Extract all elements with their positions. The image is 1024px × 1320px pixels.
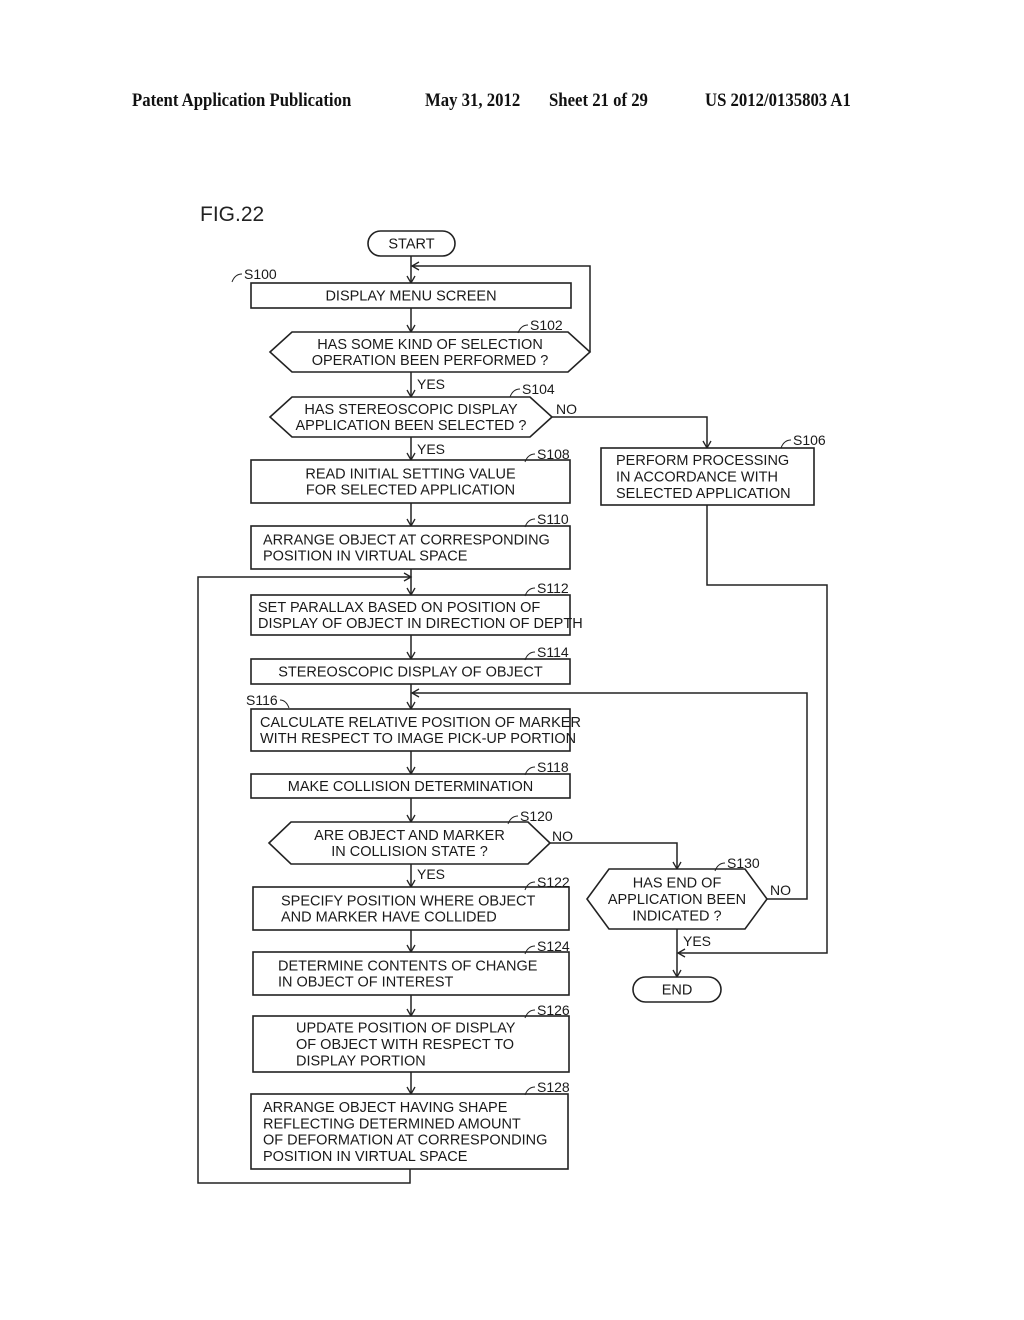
step-label: S112 xyxy=(537,580,569,596)
node-text-line: START xyxy=(388,237,434,253)
step-leader xyxy=(509,388,521,398)
step-leader xyxy=(780,439,792,449)
step-label: S116 xyxy=(246,692,278,708)
edge-s120-s130 xyxy=(550,842,682,871)
node-text-line: DISPLAY MENU SCREEN xyxy=(325,289,496,305)
node-text-line: SET PARALLAX BASED ON POSITION OF xyxy=(258,600,540,616)
node-text-line: APPLICATION BEEN SELECTED ? xyxy=(296,418,527,434)
edge-s104-s106 xyxy=(552,416,712,450)
step-label: S122 xyxy=(537,874,570,890)
flowchart: YESNOYESNOYESNONOYES STARTDISPLAY MENU S… xyxy=(197,230,828,1184)
node-text-line: HAS END OF xyxy=(633,876,722,892)
node-s104: HAS STEREOSCOPIC DISPLAYAPPLICATION BEEN… xyxy=(268,381,555,438)
step-label: S124 xyxy=(537,938,570,954)
node-text-line: DISPLAY OF OBJECT IN DIRECTION OF DEPTH xyxy=(258,616,583,632)
node-text-line: ARE OBJECT AND MARKER xyxy=(314,828,505,844)
node-text-line: POSITION IN VIRTUAL SPACE xyxy=(263,549,468,565)
node-text-line: OPERATION BEEN PERFORMED ? xyxy=(312,353,549,369)
node-text-line: OF DEFORMATION AT CORRESPONDING xyxy=(263,1133,547,1149)
step-label: S100 xyxy=(244,266,277,282)
node-text-line: SPECIFY POSITION WHERE OBJECT xyxy=(281,893,535,909)
node-text-line: HAS STEREOSCOPIC DISPLAY xyxy=(304,402,518,418)
branch-label-yes: YES xyxy=(417,866,445,882)
step-label: S130 xyxy=(727,855,760,871)
node-text-line: APPLICATION BEEN xyxy=(608,892,746,908)
step-label: S108 xyxy=(537,446,570,462)
node-text-line: DETERMINE CONTENTS OF CHANGE xyxy=(278,958,538,974)
step-label: S102 xyxy=(530,317,563,333)
node-end: END xyxy=(632,976,722,1003)
node-text-line: DISPLAY PORTION xyxy=(296,1053,426,1069)
step-label: S118 xyxy=(537,759,569,775)
node-text-line: UPDATE POSITION OF DISPLAY xyxy=(296,1021,516,1037)
node-text-line: POSITION IN VIRTUAL SPACE xyxy=(263,1149,468,1165)
branch-label-yes: YES xyxy=(683,933,711,949)
node-text-line: SELECTED APPLICATION xyxy=(616,486,791,502)
node-text-line: MAKE COLLISION DETERMINATION xyxy=(288,779,533,795)
step-label: S120 xyxy=(520,808,553,824)
branch-label-yes: YES xyxy=(417,376,445,392)
node-text-line: IN COLLISION STATE ? xyxy=(331,844,488,860)
node-text-line: WITH RESPECT TO IMAGE PICK-UP PORTION xyxy=(260,731,576,747)
node-text-line: STEREOSCOPIC DISPLAY OF OBJECT xyxy=(278,665,543,681)
node-text-line: REFLECTING DETERMINED AMOUNT xyxy=(263,1116,521,1132)
step-label: S104 xyxy=(522,381,555,397)
node-text-line: HAS SOME KIND OF SELECTION xyxy=(317,337,543,353)
step-label: S110 xyxy=(537,511,569,527)
step-leader xyxy=(231,273,243,283)
step-label: S126 xyxy=(537,1002,570,1018)
node-text-line: CALCULATE RELATIVE POSITION OF MARKER xyxy=(260,715,581,731)
node-text-line: IN OBJECT OF INTEREST xyxy=(278,975,454,991)
node-s106: PERFORM PROCESSINGIN ACCORDANCE WITHSELE… xyxy=(600,432,826,506)
branch-label-yes: YES xyxy=(417,441,445,457)
node-s100: DISPLAY MENU SCREEN S100 xyxy=(231,266,572,309)
step-label: S128 xyxy=(537,1079,570,1095)
node-text-line: READ INITIAL SETTING VALUE xyxy=(305,466,516,482)
node-s112: SET PARALLAX BASED ON POSITION OFDISPLAY… xyxy=(250,580,583,636)
node-start: START xyxy=(367,230,456,257)
node-text-line: FOR SELECTED APPLICATION xyxy=(306,483,515,499)
node-s116: CALCULATE RELATIVE POSITION OF MARKERWIT… xyxy=(246,692,581,752)
node-text-line: AND MARKER HAVE COLLIDED xyxy=(281,910,497,926)
branch-label-no: NO xyxy=(552,828,573,844)
node-text-line: END xyxy=(662,983,693,999)
step-leader xyxy=(279,699,290,709)
step-label: S106 xyxy=(793,432,826,448)
node-s102: HAS SOME KIND OF SELECTIONOPERATION BEEN… xyxy=(268,317,592,373)
node-text-line: ARRANGE OBJECT AT CORRESPONDING xyxy=(263,532,550,548)
node-text-line: IN ACCORDANCE WITH xyxy=(616,470,778,486)
node-text-line: PERFORM PROCESSING xyxy=(616,453,789,469)
node-text-line: ARRANGE OBJECT HAVING SHAPE xyxy=(263,1100,508,1116)
node-text-line: INDICATED ? xyxy=(632,908,721,924)
branch-label-no: NO xyxy=(556,401,577,417)
step-label: S114 xyxy=(537,644,569,660)
node-text-line: OF OBJECT WITH RESPECT TO xyxy=(296,1037,514,1053)
branch-label-no: NO xyxy=(770,882,791,898)
